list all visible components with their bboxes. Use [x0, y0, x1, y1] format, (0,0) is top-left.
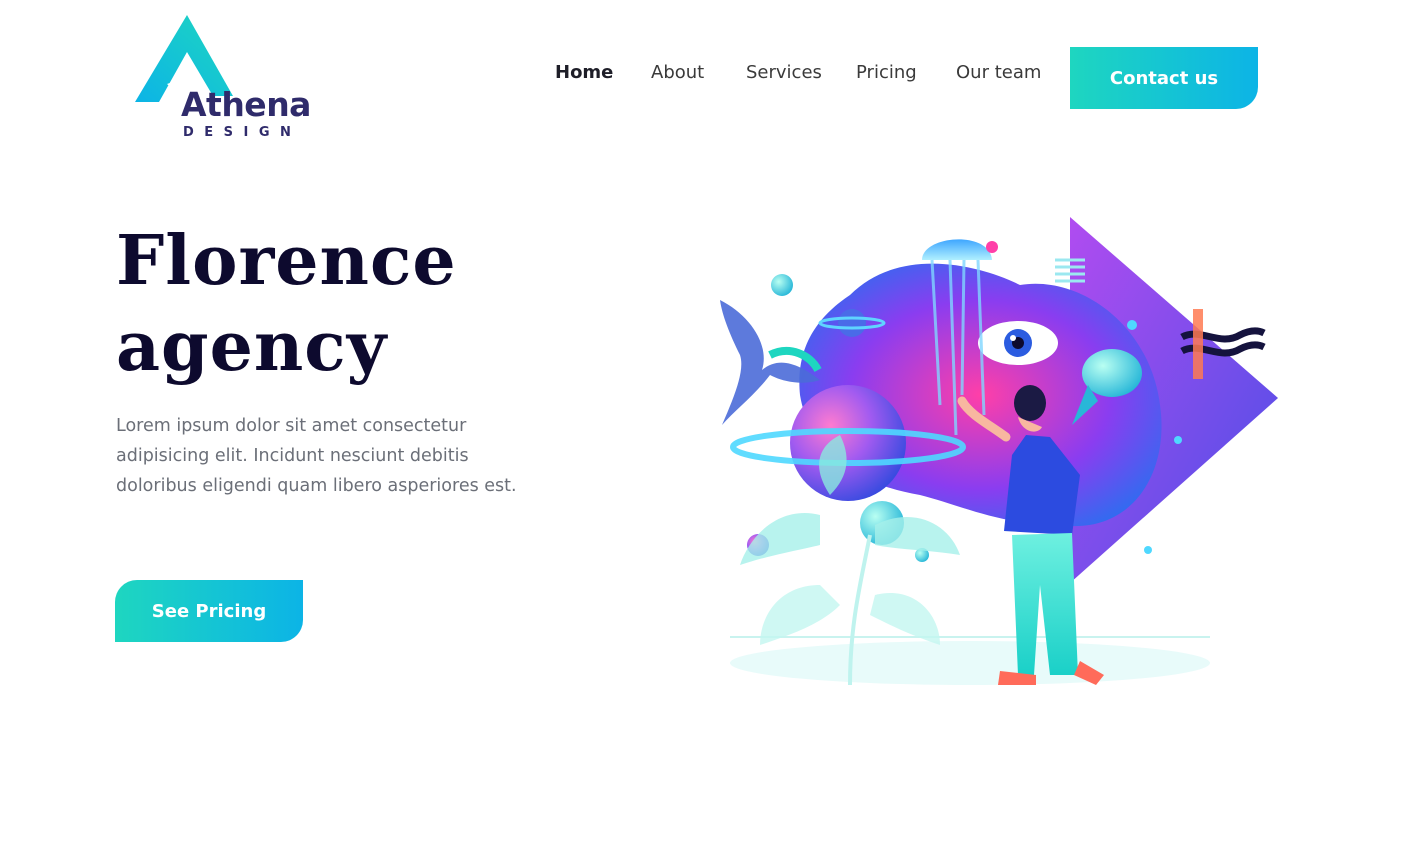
nav-item-our-team[interactable]: Our team — [956, 61, 1041, 85]
nav-item-services[interactable]: Services — [746, 61, 822, 85]
brand-tagline: DESIGN — [183, 125, 302, 140]
nav-item-home[interactable]: Home — [555, 61, 613, 85]
brand-logo[interactable]: Athena DESIGN — [133, 14, 323, 144]
contact-us-button[interactable]: Contact us — [1070, 47, 1258, 109]
brand-name: Athena — [181, 85, 311, 124]
hero-description: Lorem ipsum dolor sit amet consectetur a… — [116, 416, 517, 496]
nav-item-pricing[interactable]: Pricing — [856, 61, 917, 85]
see-pricing-button[interactable]: See Pricing — [115, 580, 303, 642]
surreal-ocean-illustration — [720, 217, 1278, 686]
hero-title-line-2: agency — [116, 307, 388, 387]
hero-title: Florence agency — [116, 218, 457, 390]
nav-item-about[interactable]: About — [651, 61, 704, 85]
hero-title-line-1: Florence — [116, 221, 457, 301]
hero-illustration — [700, 205, 1290, 705]
